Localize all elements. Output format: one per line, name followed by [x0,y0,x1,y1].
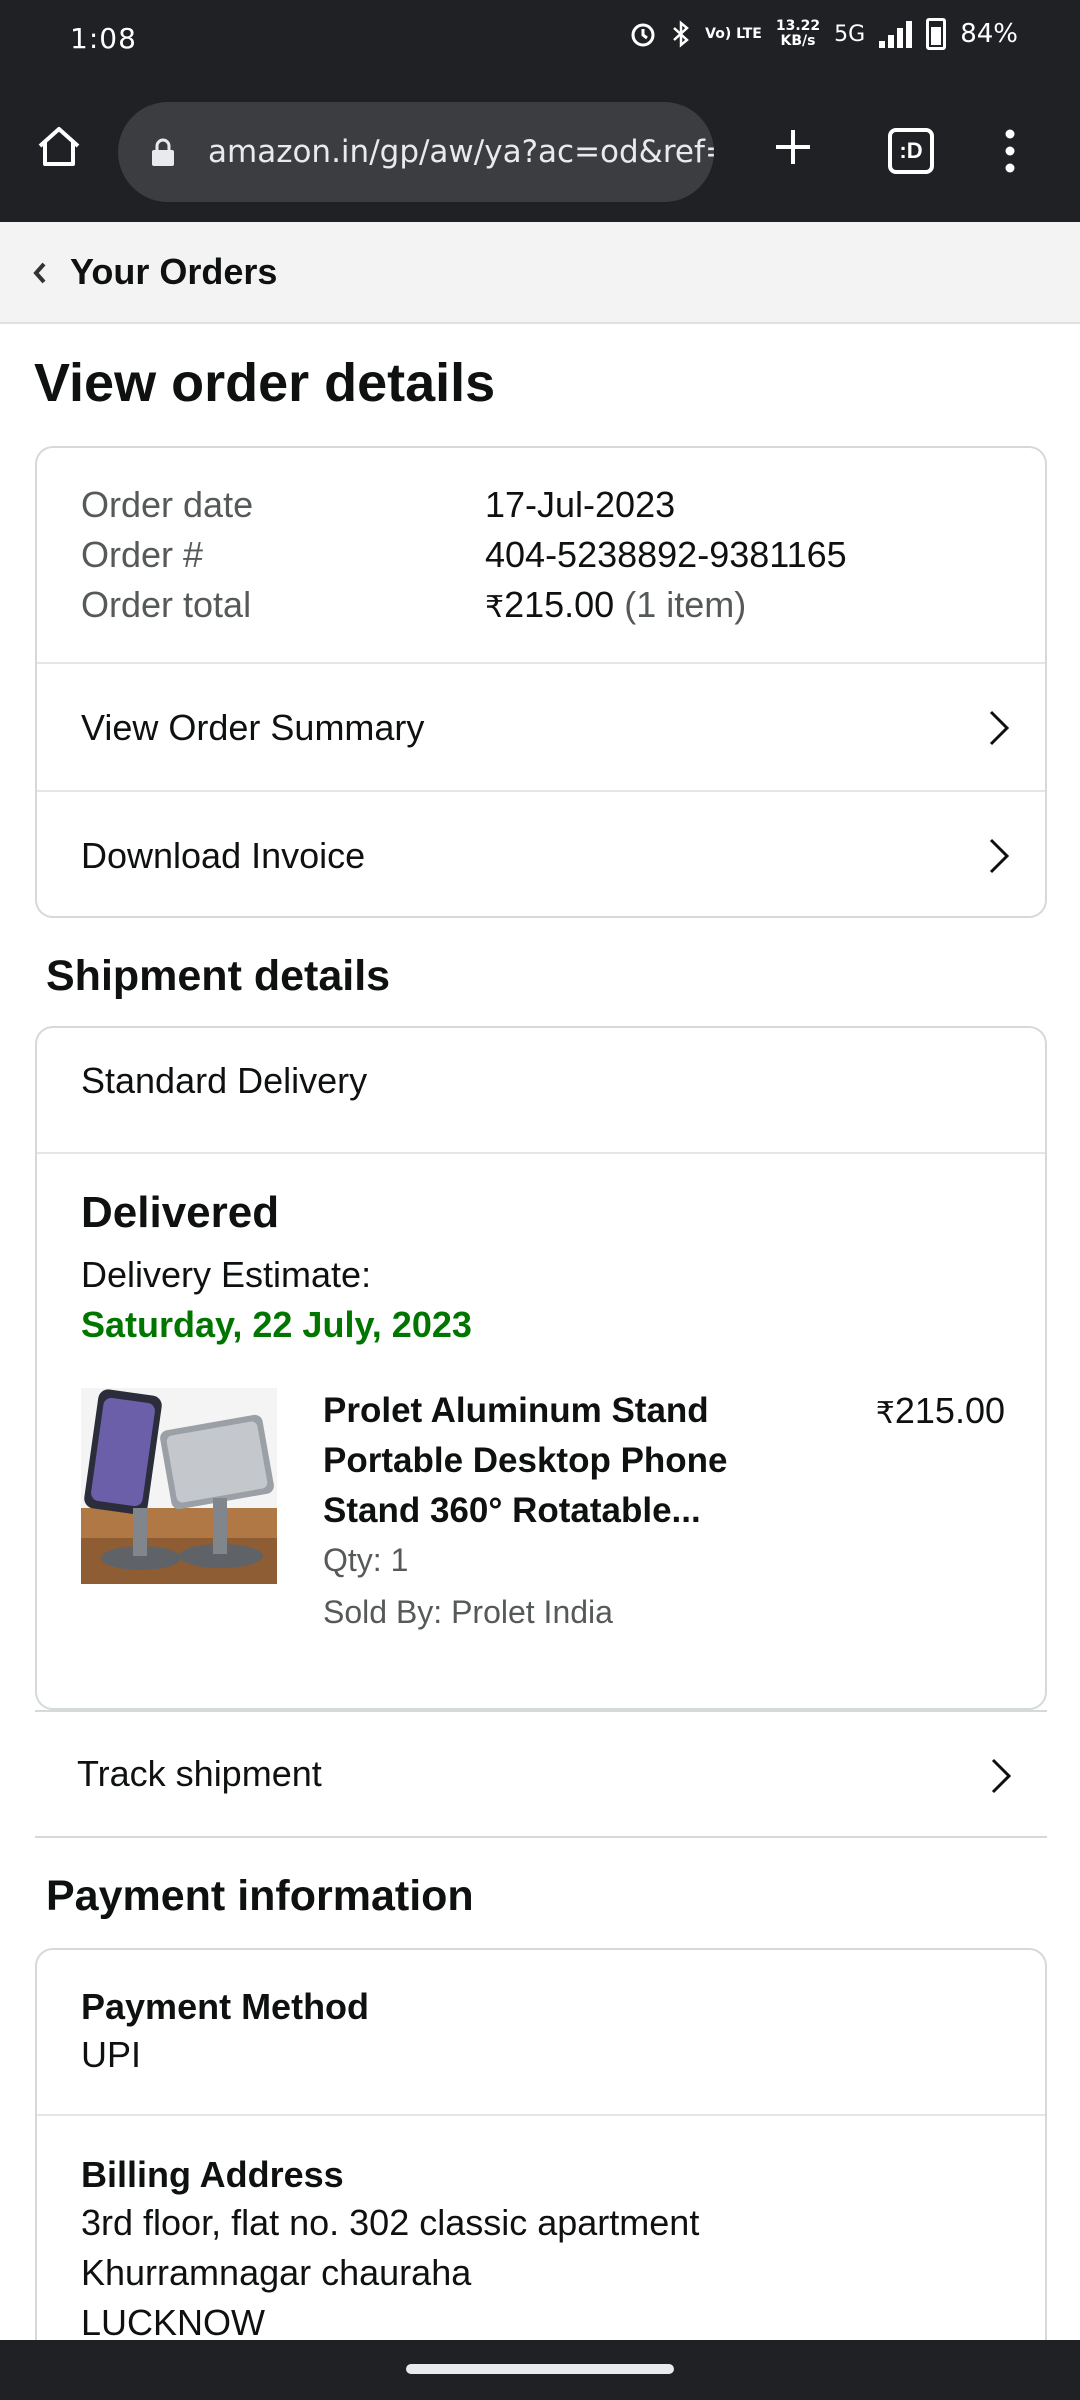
shipment-card: Standard Delivery Delivered Delivery Est… [35,1026,1047,1710]
currency-symbol: ₹ [485,591,505,624]
billing-address-label: Billing Address [81,2154,344,2195]
delivery-status: Delivered [81,1188,280,1237]
billing-address-line2: Khurramnagar chauraha [81,2252,472,2293]
product-name-link[interactable]: Prolet Aluminum Stand Portable Desktop P… [323,1386,773,1536]
chevron-left-icon [33,262,46,284]
order-number-label: Order # [81,534,204,575]
shipment-heading: Shipment details [46,952,391,1000]
status-time: 1:08 [70,22,137,55]
home-gesture-handle[interactable] [406,2364,674,2374]
order-date-value: 17-Jul-2023 [485,484,676,525]
battery-percent: 84% [960,19,1018,49]
view-order-summary-link[interactable]: View Order Summary [37,662,1045,790]
delivery-estimate-label: Delivery Estimate: [81,1254,372,1295]
download-invoice-label: Download Invoice [81,835,366,876]
network-type: 5G [834,21,866,47]
order-date-label: Order date [81,484,254,525]
volte-indicator: Vo) LTE [705,25,762,42]
payment-method-label: Payment Method [81,1986,370,2027]
chevron-right-icon [989,838,1010,874]
product-image[interactable] [81,1388,277,1584]
payment-heading: Payment information [46,1872,474,1920]
delivery-estimate-date: Saturday, 22 July, 2023 [81,1304,472,1345]
product-seller: Sold By: Prolet India [323,1594,613,1630]
divider [37,2114,1045,2116]
more-menu-icon[interactable] [996,126,1024,176]
back-nav[interactable]: Your Orders [0,222,1080,324]
order-total-value: ₹215.00 (1 item) [485,584,746,626]
product-price: ₹215.00 [876,1386,1005,1439]
track-shipment-link[interactable]: Track shipment [35,1710,1047,1838]
track-shipment-label: Track shipment [77,1753,322,1794]
battery-icon [926,18,947,50]
page-title: View order details [34,353,496,413]
speed-value: 13.22 [775,18,821,34]
order-number-value: 404-5238892-9381165 [485,534,847,575]
url-field[interactable]: amazon.in/gp/aw/ya?ac=od&ref=p [118,102,714,202]
delivery-type: Standard Delivery [81,1060,368,1101]
bluetooth-icon [673,20,690,48]
order-total-amount: 215.00 [504,584,615,625]
order-total-label: Order total [81,584,252,625]
chevron-right-icon [989,710,1010,746]
system-nav-bar [0,2340,1080,2400]
order-item-count: (1 item) [624,584,747,625]
tab-switcher-button[interactable]: :D [888,128,934,174]
url-text: amazon.in/gp/aw/ya?ac=od&ref=p [208,134,714,170]
signal-icon [879,20,913,48]
network-speed: 13.22 KB/s [776,19,820,49]
payment-method-value: UPI [81,2034,142,2075]
product-qty: Qty: 1 [323,1542,409,1578]
currency-symbol: ₹ [875,1397,895,1430]
speed-unit: KB/s [780,33,816,49]
new-tab-icon[interactable] [768,122,818,172]
alarm-icon [631,23,655,47]
view-order-summary-label: View Order Summary [81,707,425,748]
status-icons: Vo) LTE 13.22 KB/s 5G 84% [629,18,1018,50]
back-nav-label[interactable]: Your Orders [70,244,277,300]
payment-card: Payment Method UPI Billing Address 3rd f… [35,1948,1047,2378]
product-price-amount: 215.00 [894,1390,1005,1431]
browser-toolbar: amazon.in/gp/aw/ya?ac=od&ref=p :D [0,82,1080,222]
download-invoice-link[interactable]: Download Invoice [37,790,1045,918]
billing-address-line1: 3rd floor, flat no. 302 classic apartmen… [81,2202,700,2243]
home-icon[interactable] [34,122,84,172]
chevron-right-icon [991,1758,1012,1794]
divider [37,1152,1045,1154]
status-bar: 1:08 Vo) LTE 13.22 KB/s 5G 84% [0,0,1080,82]
order-details-card: Order date 17-Jul-2023 Order # 404-52388… [35,446,1047,918]
lock-icon[interactable] [150,138,176,166]
